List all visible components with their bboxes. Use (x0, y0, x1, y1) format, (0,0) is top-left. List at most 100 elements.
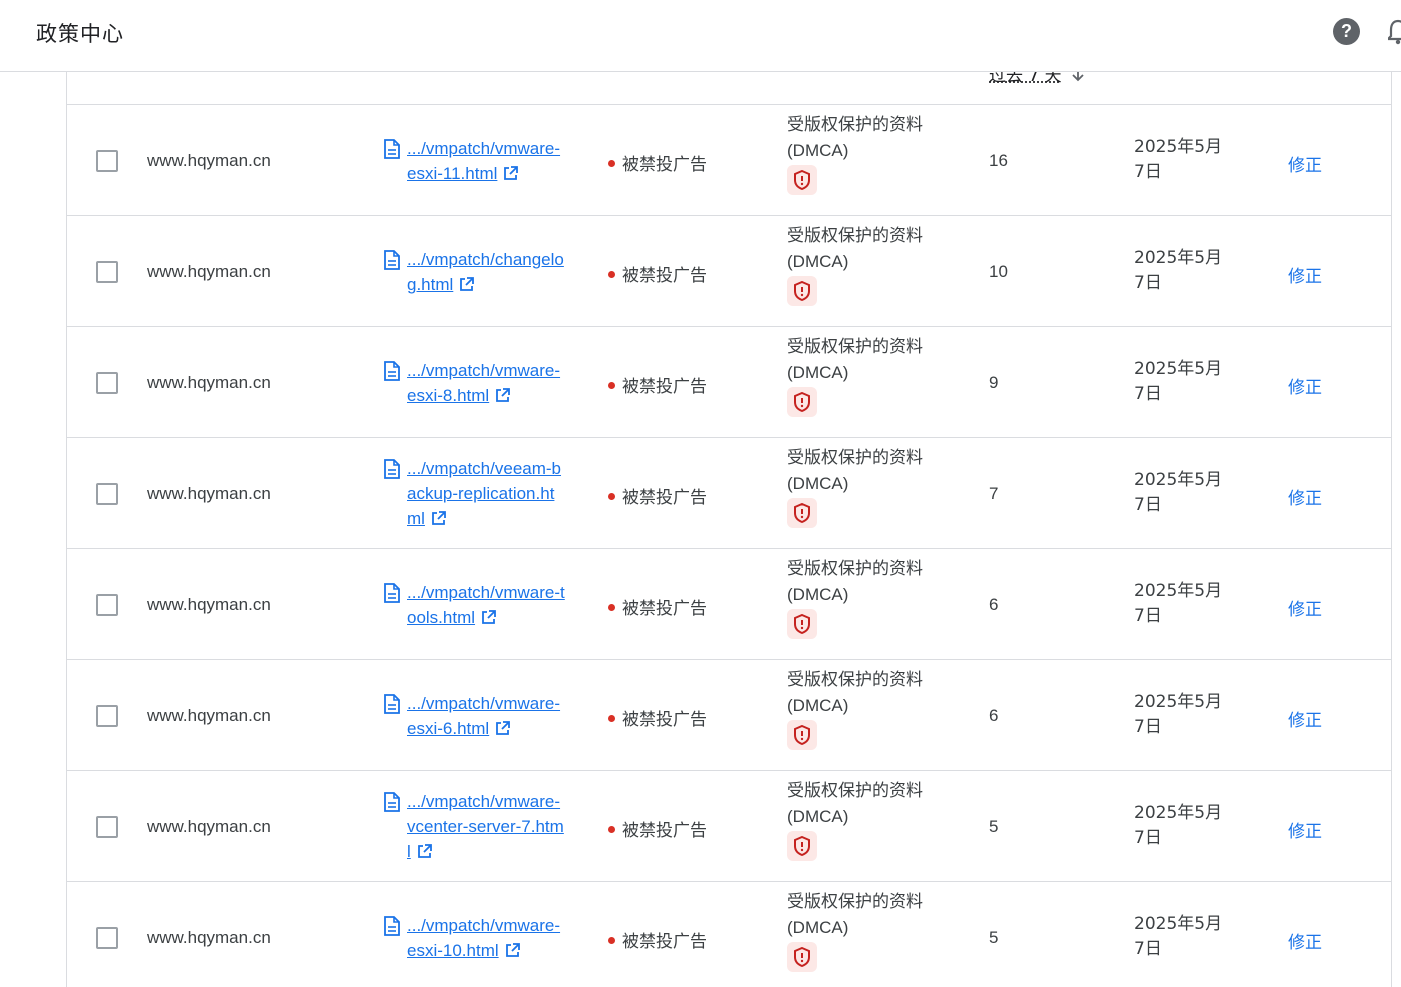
fix-link[interactable]: 修正 (1288, 484, 1322, 509)
date-cell: 2025年5月 7日 (1134, 468, 1222, 518)
shield-alert-icon (794, 725, 810, 745)
date-month: 2025年5月 (1134, 470, 1223, 490)
fix-link[interactable]: 修正 (1288, 595, 1322, 620)
row-checkbox[interactable] (96, 372, 118, 394)
shield-alert-icon (794, 614, 810, 634)
page-url-text[interactable]: .../vmpatch/changelog.html (407, 250, 564, 294)
open-in-new-icon[interactable] (417, 844, 432, 859)
page-url-link[interactable]: .../vmpatch/vmware-tools.html (407, 580, 567, 630)
reason-title: 受版权保护的资料 (787, 448, 923, 468)
page-url-link[interactable]: .../vmpatch/vmware-vcenter-server-7.html (407, 789, 567, 864)
page-url-text[interactable]: .../vmpatch/vmware-esxi-8.html (407, 361, 560, 405)
open-in-new-icon[interactable] (503, 166, 519, 181)
open-in-new-icon[interactable] (431, 511, 446, 526)
fix-link[interactable]: 修正 (1288, 262, 1322, 287)
document-icon (384, 694, 400, 714)
violation-count: 9 (989, 373, 999, 392)
row-checkbox[interactable] (96, 705, 118, 727)
date-day: 7日 (1134, 717, 1162, 737)
date-cell: 2025年5月 7日 (1134, 135, 1222, 185)
open-in-new-icon[interactable] (495, 388, 511, 403)
reason-title: 受版权保护的资料 (787, 781, 923, 801)
row-checkbox[interactable] (96, 927, 118, 949)
open-in-new-icon[interactable] (505, 943, 520, 958)
date-day: 7日 (1134, 606, 1162, 626)
document-icon (384, 250, 400, 270)
reason-cell: 受版权保护的资料 (DMCA) (787, 557, 923, 607)
page-url-link[interactable]: .../vmpatch/vmware-esxi-6.html (407, 691, 567, 741)
table-row: www.hqyman.cn .../vmpatch/vmware-vcenter… (67, 771, 1391, 882)
date-day: 7日 (1134, 495, 1162, 515)
fix-link[interactable]: 修正 (1288, 706, 1322, 731)
shield-alert-icon (794, 392, 810, 412)
status-dot-icon (608, 160, 615, 167)
reason-title: 受版权保护的资料 (787, 115, 923, 135)
date-cell: 2025年5月 7日 (1134, 357, 1222, 407)
date-cell: 2025年5月 7日 (1134, 246, 1222, 296)
row-checkbox[interactable] (96, 261, 118, 283)
violation-count: 5 (989, 817, 999, 836)
status-text: 被禁投广告 (622, 377, 707, 397)
page-url-text[interactable]: .../vmpatch/vmware-esxi-11.html (407, 139, 560, 183)
shield-badge (787, 387, 817, 417)
page-url-text[interactable]: .../vmpatch/vmware-esxi-10.html (407, 916, 560, 960)
violation-count: 10 (989, 262, 1008, 281)
date-day: 7日 (1134, 384, 1162, 404)
shield-badge (787, 165, 817, 195)
arrow-down-icon[interactable] (1071, 72, 1085, 82)
reason-code: (DMCA) (787, 474, 849, 493)
reason-cell: 受版权保护的资料 (DMCA) (787, 335, 923, 385)
reason-code: (DMCA) (787, 696, 849, 715)
reason-cell: 受版权保护的资料 (DMCA) (787, 113, 923, 163)
site-cell: www.hqyman.cn (147, 817, 271, 836)
status-text: 被禁投广告 (622, 821, 707, 841)
page-url-text[interactable]: .../vmpatch/vmware-esxi-6.html (407, 694, 560, 738)
page-url-link[interactable]: .../vmpatch/vmware-esxi-8.html (407, 358, 567, 408)
reason-cell: 受版权保护的资料 (DMCA) (787, 446, 923, 496)
status-dot-icon (608, 382, 615, 389)
page-url-link[interactable]: .../vmpatch/changelog.html (407, 247, 567, 297)
row-checkbox[interactable] (96, 483, 118, 505)
fix-link[interactable]: 修正 (1288, 151, 1322, 176)
shield-alert-icon (794, 503, 810, 523)
status-text: 被禁投广告 (622, 599, 707, 619)
sort-column-header[interactable]: 过去 7 天 (989, 72, 1062, 86)
fix-link[interactable]: 修正 (1288, 817, 1322, 842)
status-dot-icon (608, 937, 615, 944)
row-checkbox[interactable] (96, 816, 118, 838)
shield-badge (787, 498, 817, 528)
reason-title: 受版权保护的资料 (787, 670, 923, 690)
open-in-new-icon[interactable] (495, 721, 511, 736)
open-in-new-icon[interactable] (481, 610, 496, 625)
table-row: www.hqyman.cn .../vmpatch/vmware-esxi-10… (67, 882, 1391, 987)
open-in-new-icon[interactable] (459, 277, 475, 292)
table-row: www.hqyman.cn .../vmpatch/vmware-esxi-11… (67, 105, 1391, 216)
fix-link[interactable]: 修正 (1288, 373, 1322, 398)
reason-code: (DMCA) (787, 807, 849, 826)
bell-icon[interactable] (1388, 17, 1401, 45)
page-url-link[interactable]: .../vmpatch/veeam-backup-replication.htm… (407, 456, 567, 531)
status-cell: 被禁投广告 (608, 150, 707, 175)
status-dot-icon (608, 271, 615, 278)
fix-link[interactable]: 修正 (1288, 928, 1322, 953)
reason-code: (DMCA) (787, 363, 849, 382)
site-cell: www.hqyman.cn (147, 484, 271, 503)
page-url-link[interactable]: .../vmpatch/vmware-esxi-11.html (407, 136, 567, 186)
status-cell: 被禁投广告 (608, 816, 707, 841)
row-checkbox[interactable] (96, 150, 118, 172)
status-cell: 被禁投广告 (608, 372, 707, 397)
site-cell: www.hqyman.cn (147, 373, 271, 392)
document-icon (384, 459, 400, 479)
shield-badge (787, 720, 817, 750)
table-row: www.hqyman.cn .../vmpatch/vmware-esxi-8.… (67, 327, 1391, 438)
reason-cell: 受版权保护的资料 (DMCA) (787, 224, 923, 274)
document-icon (384, 916, 400, 936)
help-icon[interactable]: ? (1333, 18, 1360, 45)
row-checkbox[interactable] (96, 594, 118, 616)
page-url-link[interactable]: .../vmpatch/vmware-esxi-10.html (407, 913, 567, 963)
site-cell: www.hqyman.cn (147, 595, 271, 614)
status-dot-icon (608, 493, 615, 500)
status-text: 被禁投广告 (622, 932, 707, 952)
status-text: 被禁投广告 (622, 488, 707, 508)
date-month: 2025年5月 (1134, 137, 1223, 157)
